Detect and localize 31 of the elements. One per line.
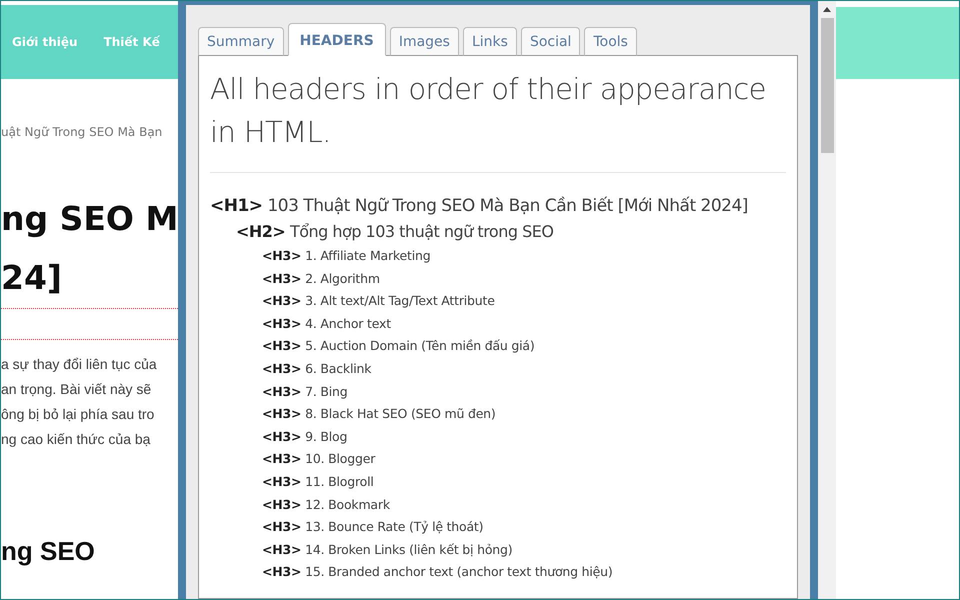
header-entry: <H3> 1. Affiliate Marketing xyxy=(262,247,432,265)
article-paragraph: a sự thay đổi liên tục của an trọng. Bài viết này sẽ ông bị bỏ lại phía sau tro ng cao kiến thức của bạ xyxy=(1,354,158,449)
article-title: ng SEO M 24] xyxy=(1,198,178,300)
header-entry: <H3> 13. Bounce Rate (Tỷ lệ thoát) xyxy=(262,518,484,536)
header-entry: <H3> 5. Auction Domain (Tên miền đấu giá) xyxy=(262,337,536,356)
scroll-up-icon[interactable] xyxy=(823,7,831,12)
breadcrumb: uật Ngữ Trong SEO Mà Bạn xyxy=(1,125,164,139)
header-entry: <H3> 2. Algorithm xyxy=(262,270,381,288)
header-entry: <H3> 10. Blogger xyxy=(262,450,376,468)
header-entry: <H3> 6. Backlink xyxy=(262,360,372,378)
header-entry: <H3> 4. Anchor text xyxy=(262,314,392,333)
header-entry: <H3> 9. Blog xyxy=(262,428,348,446)
header-entry: <H3> 3. Alt text/Alt Tag/Text Attribute xyxy=(262,292,496,310)
article-subheading: ng SEO xyxy=(1,536,96,567)
header-entry: <H3> 14. Broken Links (liên kết bị hỏng) xyxy=(262,540,514,559)
header-entry: <H3> 12. Bookmark xyxy=(262,496,391,514)
scrollbar[interactable] xyxy=(818,1,836,599)
scroll-thumb[interactable] xyxy=(820,18,834,153)
header-entry: <H2> Tổng hợp 103 thuật ngữ trong SEO xyxy=(236,221,554,243)
tab[interactable]: Links xyxy=(462,27,517,56)
panel-heading: All headers in order of their appearance in HTML. xyxy=(210,68,786,173)
header-entry: <H3> 8. Black Hat SEO (SEO mũ đen) xyxy=(262,405,497,424)
tab[interactable]: Summary xyxy=(198,27,284,56)
tab[interactable]: Tools xyxy=(584,27,637,56)
header-entry: <H3> 7. Bing xyxy=(262,382,348,401)
header-entry: <H3> 15. Branded anchor text (anchor text thương hiệu) xyxy=(262,563,614,582)
tab[interactable]: Images xyxy=(390,27,459,56)
header-entry: <H3> 11. Blogroll xyxy=(262,472,375,491)
header-entry: <H1> 103 Thuật Ngữ Trong SEO Mà Bạn Cần Biết [Mới Nhất 2024] xyxy=(210,195,749,218)
tab[interactable]: HEADERS xyxy=(288,23,386,56)
tab[interactable]: Social xyxy=(520,27,580,56)
